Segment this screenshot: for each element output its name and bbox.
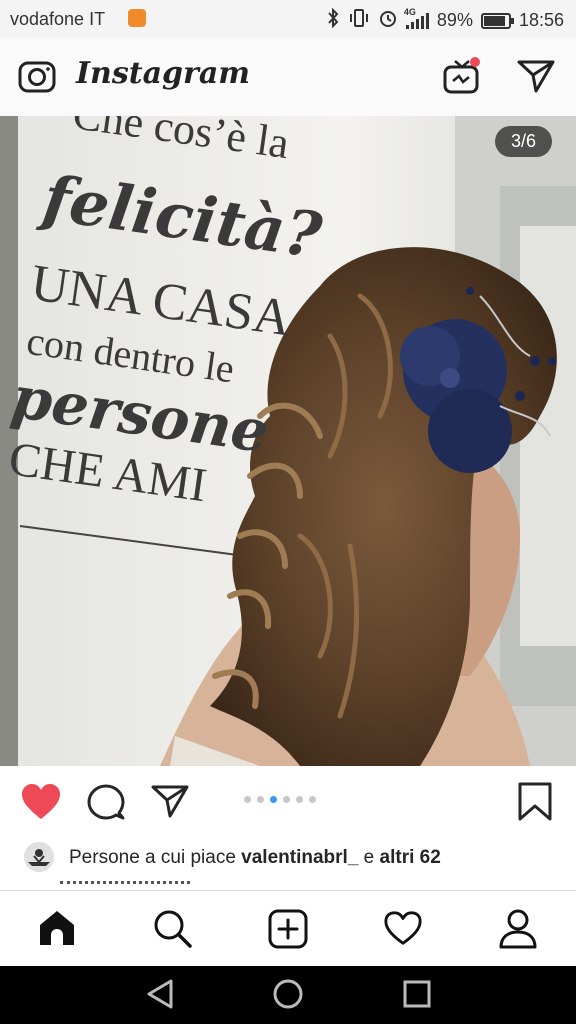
likes-text: Persone a cui piace valentinabrl_ e altr…: [69, 847, 441, 869]
carousel-counter: 3/6: [494, 126, 552, 157]
carousel-dot: [257, 796, 264, 803]
status-bar: vodafone IT 4G 89% 18:56: [0, 0, 576, 38]
heart-outline-icon[interactable]: [383, 909, 423, 952]
carousel-dot: [309, 796, 316, 803]
carousel-indicator: [244, 796, 316, 803]
alarm-icon: [378, 8, 398, 33]
back-triangle-icon[interactable]: [145, 978, 175, 1015]
bluetooth-icon: [326, 7, 340, 33]
carrier-name: vodafone IT: [10, 9, 106, 29]
carousel-dot: [283, 796, 290, 803]
profile-icon[interactable]: [499, 909, 537, 954]
post-photo[interactable]: Che cos’è la felicità? UNA CASA con dent…: [0, 116, 576, 766]
bookmark-icon[interactable]: [517, 782, 553, 827]
system-nav-bar: [0, 966, 576, 1024]
likes-others[interactable]: altri 62: [380, 847, 441, 868]
add-post-icon[interactable]: [268, 909, 308, 954]
comment-icon[interactable]: [87, 783, 125, 826]
home-circle-icon[interactable]: [272, 978, 304, 1015]
direct-message-icon[interactable]: [516, 58, 556, 99]
notification-icon: [128, 9, 146, 27]
recents-square-icon[interactable]: [402, 978, 432, 1015]
search-icon[interactable]: [153, 909, 193, 954]
carousel-dot: [296, 796, 303, 803]
signal-icon: 4G: [404, 7, 429, 29]
caption-cut-off: [0, 880, 576, 890]
battery-icon: [480, 12, 514, 29]
avatar[interactable]: [24, 842, 54, 872]
carousel-dot: [270, 796, 277, 803]
igtv-new-badge: [470, 57, 480, 67]
likes-prefix: Persone a cui piace: [69, 847, 236, 868]
app-logo: Instagram: [76, 56, 250, 91]
likes-middle: e: [363, 847, 375, 868]
heart-filled-icon[interactable]: [20, 783, 62, 826]
app-header: Instagram: [0, 38, 576, 117]
share-icon[interactable]: [150, 783, 190, 824]
network-type: 4G: [403, 6, 416, 17]
vibrate-icon: [348, 8, 370, 33]
home-icon[interactable]: [38, 909, 76, 952]
battery-percent: 89%: [436, 10, 473, 30]
bottom-tab-bar: [0, 890, 576, 967]
post-actions: [0, 766, 576, 836]
carousel-dot: [244, 796, 251, 803]
camera-icon[interactable]: [18, 59, 58, 100]
likes-row[interactable]: Persone a cui piace valentinabrl_ e altr…: [0, 838, 576, 880]
photo-illustration: Che cos’è la felicità? UNA CASA con dent…: [0, 116, 576, 766]
clock: 18:56: [518, 10, 564, 30]
status-icons: 4G 89% 18:56: [326, 7, 564, 33]
liked-by-user[interactable]: valentinabrl_: [241, 847, 358, 868]
